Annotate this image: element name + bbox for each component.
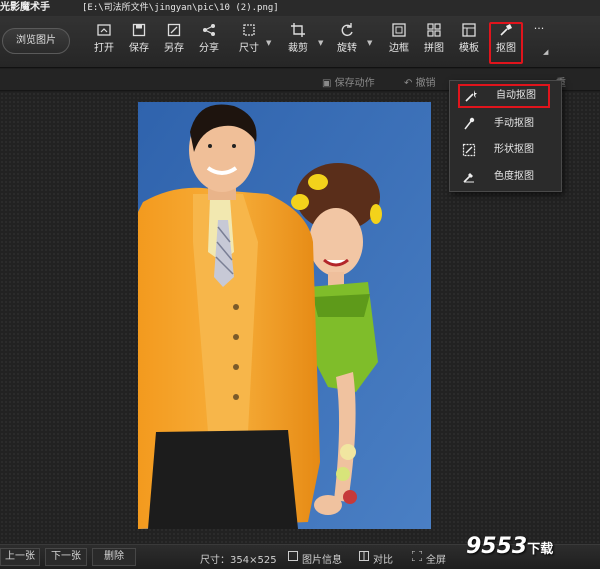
- template-button[interactable]: 模板: [457, 22, 481, 62]
- undo-button[interactable]: ↶ 撤销: [404, 74, 436, 89]
- open-label: 打开: [94, 43, 114, 54]
- save-button[interactable]: 保存: [127, 22, 151, 62]
- menu-item-manual-cutout[interactable]: 手动抠图: [450, 112, 561, 136]
- border-label: 边框: [389, 43, 409, 54]
- file-path: [E:\司法所文件\jingyan\pic\10 (2).png]: [82, 3, 279, 13]
- cutout-highlight-box: [489, 22, 523, 64]
- save-as-label: 另存: [164, 43, 184, 54]
- brush-icon: [462, 117, 476, 131]
- delete-button[interactable]: 删除: [92, 548, 136, 566]
- save-label: 保存: [129, 43, 149, 54]
- save-action-icon: ▣: [322, 78, 335, 89]
- crop-label: 裁剪: [288, 43, 308, 54]
- save-action-button[interactable]: ▣ 保存动作: [322, 74, 375, 89]
- rotate-label: 旋转: [337, 43, 357, 54]
- image-info-button[interactable]: 图片信息: [302, 551, 342, 566]
- compare-button[interactable]: 对比: [373, 551, 393, 566]
- fullscreen-icon: [411, 550, 423, 562]
- rotate-icon: [335, 22, 359, 40]
- collage-label: 拼图: [424, 43, 444, 54]
- previous-image-button[interactable]: 上一张: [0, 548, 40, 566]
- fullscreen-button[interactable]: 全屏: [426, 551, 446, 566]
- collage-button[interactable]: 拼图: [422, 22, 446, 62]
- photo-illustration: [138, 102, 431, 529]
- app-title: 光影魔术手: [0, 2, 50, 13]
- save-as-icon: [162, 22, 186, 40]
- open-button[interactable]: 打开: [92, 22, 116, 62]
- save-icon: [127, 22, 151, 40]
- template-label: 模板: [459, 43, 479, 54]
- chroma-cutout-label: 色度抠图: [494, 171, 534, 182]
- open-icon: [92, 22, 116, 40]
- crop-button[interactable]: 裁剪: [286, 22, 310, 62]
- eyedropper-icon: [462, 170, 476, 184]
- undo-icon: ↶: [404, 78, 416, 89]
- compare-icon: [359, 551, 369, 561]
- resize-button[interactable]: 尺寸: [237, 22, 261, 62]
- rotate-dropdown-caret-icon[interactable]: ▼: [367, 39, 372, 47]
- auto-cutout-label: 自动抠图: [496, 90, 536, 101]
- more-caret-icon[interactable]: ◢: [543, 48, 548, 56]
- next-image-button[interactable]: 下一张: [45, 548, 87, 566]
- border-icon: [387, 22, 411, 40]
- share-label: 分享: [199, 43, 219, 54]
- menu-item-shape-cutout[interactable]: 形状抠图: [450, 138, 561, 162]
- save-action-label: 保存动作: [334, 78, 375, 89]
- watermark-text: 下载: [527, 542, 554, 557]
- browse-images-button[interactable]: 浏览图片: [2, 28, 70, 54]
- site-watermark: 9553下载: [466, 534, 553, 559]
- image-info-icon: [288, 551, 298, 561]
- rotate-button[interactable]: 旋转: [335, 22, 359, 62]
- wedding-photo: [138, 102, 431, 529]
- title-bar: 光影魔术手 [E:\司法所文件\jingyan\pic\10 (2).png]: [0, 0, 600, 16]
- more-button[interactable]: ···: [531, 22, 547, 62]
- magic-wand-icon: [464, 89, 478, 103]
- undo-label: 撤销: [415, 78, 436, 89]
- resize-icon: [237, 22, 261, 40]
- menu-item-auto-cutout[interactable]: 自动抠图: [458, 84, 550, 108]
- shape-icon: [462, 143, 476, 157]
- collage-icon: [422, 22, 446, 40]
- cutout-dropdown-menu: 自动抠图 手动抠图 形状抠图 色度抠图: [449, 80, 562, 192]
- manual-cutout-label: 手动抠图: [494, 118, 534, 129]
- border-button[interactable]: 边框: [387, 22, 411, 62]
- share-icon: [197, 22, 221, 40]
- share-button[interactable]: 分享: [197, 22, 221, 62]
- shape-cutout-label: 形状抠图: [494, 144, 534, 155]
- watermark-number: 9553: [466, 534, 528, 559]
- template-icon: [457, 22, 481, 40]
- image-size-text: 尺寸：354×525: [200, 555, 277, 566]
- resize-label: 尺寸: [239, 43, 259, 54]
- resize-dropdown-caret-icon[interactable]: ▼: [266, 39, 271, 47]
- crop-icon: [286, 22, 310, 40]
- save-as-button[interactable]: 另存: [162, 22, 186, 62]
- menu-item-chroma-cutout[interactable]: 色度抠图: [450, 165, 561, 189]
- crop-dropdown-caret-icon[interactable]: ▼: [318, 39, 323, 47]
